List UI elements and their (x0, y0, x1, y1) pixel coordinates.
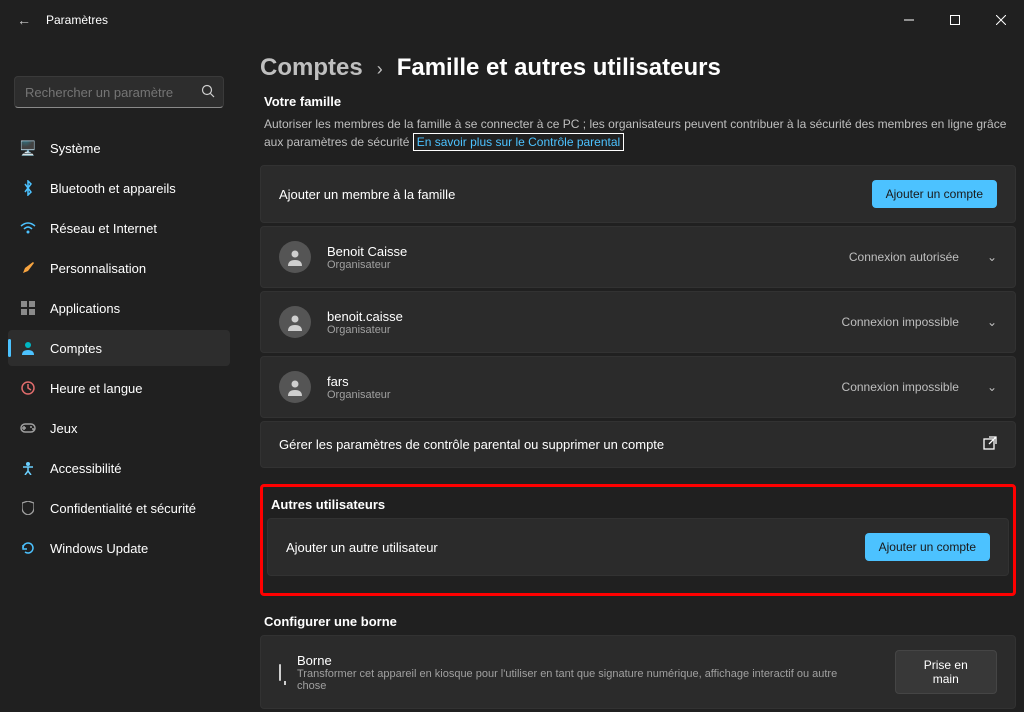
family-member-row[interactable]: Benoit Caisse Organisateur Connexion aut… (260, 226, 1016, 288)
add-other-account-button[interactable]: Ajouter un compte (865, 533, 990, 561)
member-name: benoit.caisse (327, 309, 403, 324)
sidebar-item-apps[interactable]: Applications (8, 290, 230, 326)
close-button[interactable] (978, 0, 1024, 40)
member-name: fars (327, 374, 391, 389)
sidebar-item-label: Accessibilité (50, 461, 122, 476)
system-icon: 🖥️ (20, 140, 36, 156)
add-family-member-label: Ajouter un membre à la famille (279, 187, 455, 202)
chevron-down-icon: ⌄ (987, 315, 997, 329)
manage-parental-label: Gérer les paramètres de contrôle parenta… (279, 437, 664, 452)
kiosk-item-desc: Transformer cet appareil en kiosque pour… (297, 668, 863, 692)
external-link-icon (983, 436, 997, 453)
chevron-down-icon: ⌄ (987, 380, 997, 394)
network-icon (20, 220, 36, 236)
sidebar-item-label: Bluetooth et appareils (50, 181, 176, 196)
breadcrumb: Comptes › Famille et autres utilisateurs (260, 54, 1016, 82)
page-title: Famille et autres utilisateurs (397, 54, 721, 82)
minimize-button[interactable] (886, 0, 932, 40)
accounts-icon (20, 340, 36, 356)
family-section-title: Votre famille (264, 94, 1016, 109)
kiosk-item-title: Borne (297, 653, 863, 668)
sidebar-item-label: Réseau et Internet (50, 221, 157, 236)
learn-more-link[interactable]: En savoir plus sur le Contrôle parental (413, 133, 624, 151)
accessibility-icon (20, 460, 36, 476)
main-content: Comptes › Famille et autres utilisateurs… (238, 40, 1024, 712)
breadcrumb-separator: › (377, 59, 383, 80)
member-name: Benoit Caisse (327, 244, 407, 259)
kiosk-section-title: Configurer une borne (264, 614, 1016, 629)
gaming-icon (20, 420, 36, 436)
family-description: Autoriser les membres de la famille à se… (264, 115, 1016, 151)
member-status: Connexion autorisée (849, 250, 959, 264)
kiosk-setup-button[interactable]: Prise en main (895, 650, 997, 694)
apps-icon (20, 300, 36, 316)
member-status: Connexion impossible (842, 315, 959, 329)
member-role: Organisateur (327, 259, 407, 271)
avatar-icon (279, 371, 311, 403)
family-member-row[interactable]: fars Organisateur Connexion impossible ⌄ (260, 356, 1016, 418)
avatar-icon (279, 306, 311, 338)
sidebar-item-personalization[interactable]: Personnalisation (8, 250, 230, 286)
sidebar-item-system[interactable]: 🖥️ Système (8, 130, 230, 166)
back-button[interactable]: ← (12, 12, 36, 28)
sidebar-item-label: Applications (50, 301, 120, 316)
sidebar-item-label: Windows Update (50, 541, 148, 556)
add-other-user-row: Ajouter un autre utilisateur Ajouter un … (267, 518, 1009, 576)
sidebar-item-label: Personnalisation (50, 261, 146, 276)
search-icon (201, 84, 215, 101)
bluetooth-icon (20, 180, 36, 196)
sidebar-item-label: Confidentialité et sécurité (50, 501, 196, 516)
sidebar-item-accounts[interactable]: Comptes (8, 330, 230, 366)
kiosk-icon (279, 665, 281, 680)
search-input[interactable] (25, 85, 201, 100)
window-title: Paramètres (46, 13, 108, 27)
sidebar-item-windows-update[interactable]: Windows Update (8, 530, 230, 566)
sidebar-item-time-language[interactable]: Heure et langue (8, 370, 230, 406)
search-box[interactable] (14, 76, 224, 108)
sidebar-item-bluetooth[interactable]: Bluetooth et appareils (8, 170, 230, 206)
other-users-highlight: Autres utilisateurs Ajouter un autre uti… (260, 484, 1016, 596)
other-users-title: Autres utilisateurs (271, 497, 1009, 512)
sidebar-item-label: Système (50, 141, 101, 156)
sidebar-item-network[interactable]: Réseau et Internet (8, 210, 230, 246)
kiosk-row: Borne Transformer cet appareil en kiosqu… (260, 635, 1016, 709)
member-status: Connexion impossible (842, 380, 959, 394)
add-other-user-label: Ajouter un autre utilisateur (286, 540, 438, 555)
add-family-member-row: Ajouter un membre à la famille Ajouter u… (260, 165, 1016, 223)
sidebar: 🖥️ Système Bluetooth et appareils Réseau… (0, 40, 238, 712)
sidebar-item-label: Heure et langue (50, 381, 143, 396)
add-family-account-button[interactable]: Ajouter un compte (872, 180, 997, 208)
sidebar-item-label: Comptes (50, 341, 102, 356)
manage-parental-row[interactable]: Gérer les paramètres de contrôle parenta… (260, 421, 1016, 468)
sidebar-item-accessibility[interactable]: Accessibilité (8, 450, 230, 486)
personalization-icon (20, 260, 36, 276)
sidebar-item-privacy[interactable]: Confidentialité et sécurité (8, 490, 230, 526)
titlebar: ← Paramètres (0, 0, 1024, 40)
sidebar-item-label: Jeux (50, 421, 77, 436)
avatar-icon (279, 241, 311, 273)
member-role: Organisateur (327, 389, 391, 401)
member-role: Organisateur (327, 324, 403, 336)
chevron-down-icon: ⌄ (987, 250, 997, 264)
windows-update-icon (20, 540, 36, 556)
breadcrumb-parent[interactable]: Comptes (260, 54, 363, 82)
family-member-row[interactable]: benoit.caisse Organisateur Connexion imp… (260, 291, 1016, 353)
sidebar-item-gaming[interactable]: Jeux (8, 410, 230, 446)
privacy-icon (20, 500, 36, 516)
maximize-button[interactable] (932, 0, 978, 40)
time-language-icon (20, 380, 36, 396)
